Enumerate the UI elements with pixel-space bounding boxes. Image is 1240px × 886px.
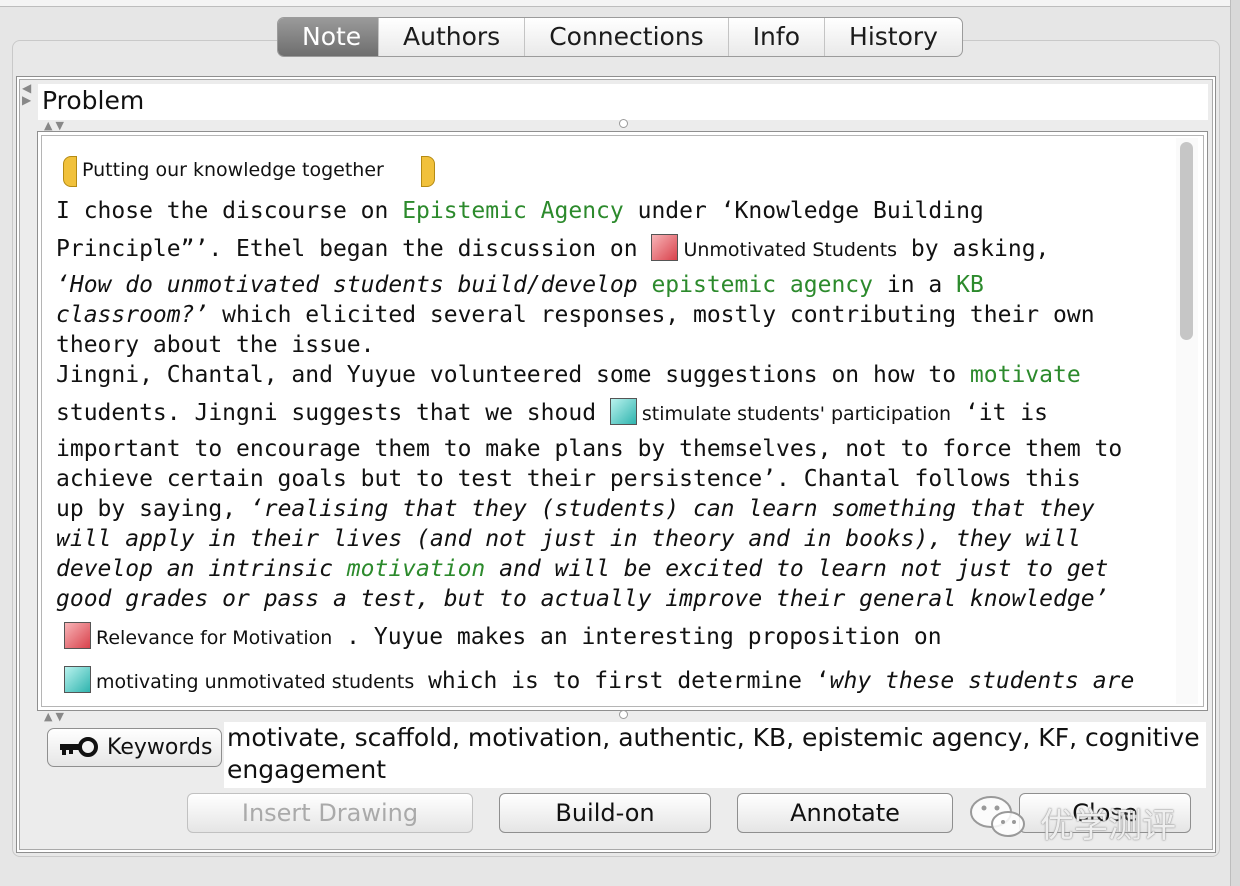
scaffold-label: motivating unmotivated students <box>96 671 415 693</box>
note-line: Jingni, Chantal, and Yuyue volunteered s… <box>56 362 1081 388</box>
reference-title: Putting our knowledge together <box>82 159 384 181</box>
text-run: Principle”’. Ethel began the discussion … <box>56 236 652 262</box>
text-run: Jingni, Chantal, and Yuyue volunteered s… <box>56 362 970 388</box>
keyword-link[interactable]: motivation <box>347 556 485 582</box>
text-run: in a <box>873 272 957 298</box>
scaffold-label: stimulate students' participation <box>641 403 952 425</box>
text-run: which elicited several responses, mostly… <box>208 302 1095 328</box>
problem-label: Problem <box>42 86 153 115</box>
watermark: 优学测评 <box>968 790 1198 846</box>
collapse-arrows-icon[interactable]: ◀ ▶ <box>22 82 31 106</box>
text-run: and will be excited to learn not just to… <box>485 556 1109 582</box>
note-line: motivating unmotivated students which is… <box>64 666 1134 694</box>
keywords-field[interactable]: motivate, scaffold, motivation, authenti… <box>224 722 1206 788</box>
tab-info[interactable]: Info <box>727 18 824 56</box>
tab-authors[interactable]: Authors <box>378 18 524 56</box>
scaffold-unmotivated-students[interactable]: Unmotivated Students <box>651 234 898 261</box>
editor-scroll-thumb[interactable] <box>1180 142 1193 340</box>
keyword-link[interactable]: epistemic agency <box>651 272 873 298</box>
note-line: good grades or pass a test, but to actua… <box>56 586 1109 612</box>
keywords-label: Keywords <box>107 735 213 760</box>
note-line: I chose the discourse on Epistemic Agenc… <box>56 198 984 224</box>
key-icon <box>60 737 98 757</box>
scaffold-stimulate-participation[interactable]: stimulate students' participation <box>609 398 952 425</box>
splitter-handle-bottom[interactable] <box>619 710 628 719</box>
scaffold-cyan-icon <box>609 398 637 425</box>
note-line: theory about the issue. <box>56 332 375 358</box>
build-on-button[interactable]: Build-on <box>499 793 711 833</box>
scaffold-motivating-unmotivated[interactable]: motivating unmotivated students <box>64 666 415 693</box>
annotate-button[interactable]: Annotate <box>737 793 953 833</box>
text-run: I chose the discourse on <box>56 198 403 224</box>
window-right-edge <box>1230 0 1240 886</box>
tab-bar: Note Authors Connections Info History <box>277 17 963 57</box>
keyword-link[interactable]: motivate <box>970 362 1081 388</box>
scaffold-label: Unmotivated Students <box>683 239 898 261</box>
text-run: ‘How do unmotivated students build/devel… <box>56 272 652 298</box>
note-line: Principle”’. Ethel began the discussion … <box>56 234 1049 262</box>
note-line: develop an intrinsic motivation and will… <box>56 556 1108 582</box>
text-run: develop an intrinsic <box>56 556 347 582</box>
note-line: achieve certain goals but to test their … <box>56 466 1081 492</box>
note-line: students. Jingni suggests that we shoud … <box>56 398 1048 426</box>
text-run: students. Jingni suggests that we shoud <box>56 400 610 426</box>
text-run: which is to first determine ‘ <box>414 668 830 694</box>
note-line: will apply in their lives (and not just … <box>56 526 1081 552</box>
tab-history[interactable]: History <box>824 18 962 56</box>
insert-drawing-button[interactable]: Insert Drawing <box>187 793 473 833</box>
text-run: . Yuyue makes an interesting proposition… <box>332 624 942 650</box>
window-top-edge <box>0 0 1240 7</box>
note-line: ‘How do unmotivated students build/devel… <box>56 272 984 298</box>
reference-bracket-left-icon <box>63 156 77 187</box>
keywords-button[interactable]: Keywords <box>47 728 222 767</box>
text-run: classroom?’ <box>56 302 209 328</box>
keywords-value-line: motivate, scaffold, motivation, authenti… <box>227 723 1200 752</box>
keyword-link[interactable]: KB <box>956 272 984 298</box>
note-line: Relevance for Motivation . Yuyue makes a… <box>64 622 942 650</box>
text-run: up by saying, <box>56 496 250 522</box>
splitter-arrows-icon[interactable]: ▲▼ <box>44 710 67 723</box>
splitter-handle-top[interactable] <box>619 119 628 128</box>
scaffold-red-icon <box>64 622 91 649</box>
scaffold-label: Relevance for Motivation <box>96 627 333 649</box>
wechat-icon <box>970 796 1025 837</box>
problem-row: Problem <box>38 84 1208 120</box>
text-run: ‘realising that they (students) can lear… <box>249 496 1095 522</box>
scaffold-red-icon <box>651 234 679 261</box>
text-run: ‘it is <box>951 400 1048 426</box>
keywords-value-line: engagement <box>227 755 387 784</box>
tab-connections[interactable]: Connections <box>524 18 727 56</box>
keyword-link[interactable]: Epistemic Agency <box>402 198 624 224</box>
scaffold-cyan-icon <box>64 666 91 693</box>
editor-scrollbar[interactable] <box>1176 138 1198 704</box>
note-line: up by saying, ‘realising that they (stud… <box>56 496 1095 522</box>
watermark-text: 优学测评 <box>1040 806 1176 846</box>
tab-note[interactable]: Note <box>278 18 378 56</box>
scaffold-relevance-motivation[interactable]: Relevance for Motivation <box>64 622 333 649</box>
reference-bracket-right-icon <box>421 156 435 187</box>
note-line: classroom?’ which elicited several respo… <box>56 302 1095 328</box>
text-run: under ‘Knowledge Building <box>623 198 984 224</box>
text-run: why these students are <box>829 668 1135 694</box>
reference-title-block[interactable]: Putting our knowledge together <box>63 156 435 187</box>
text-run: by asking, <box>897 236 1050 262</box>
note-line: important to encourage them to make plan… <box>56 436 1123 462</box>
